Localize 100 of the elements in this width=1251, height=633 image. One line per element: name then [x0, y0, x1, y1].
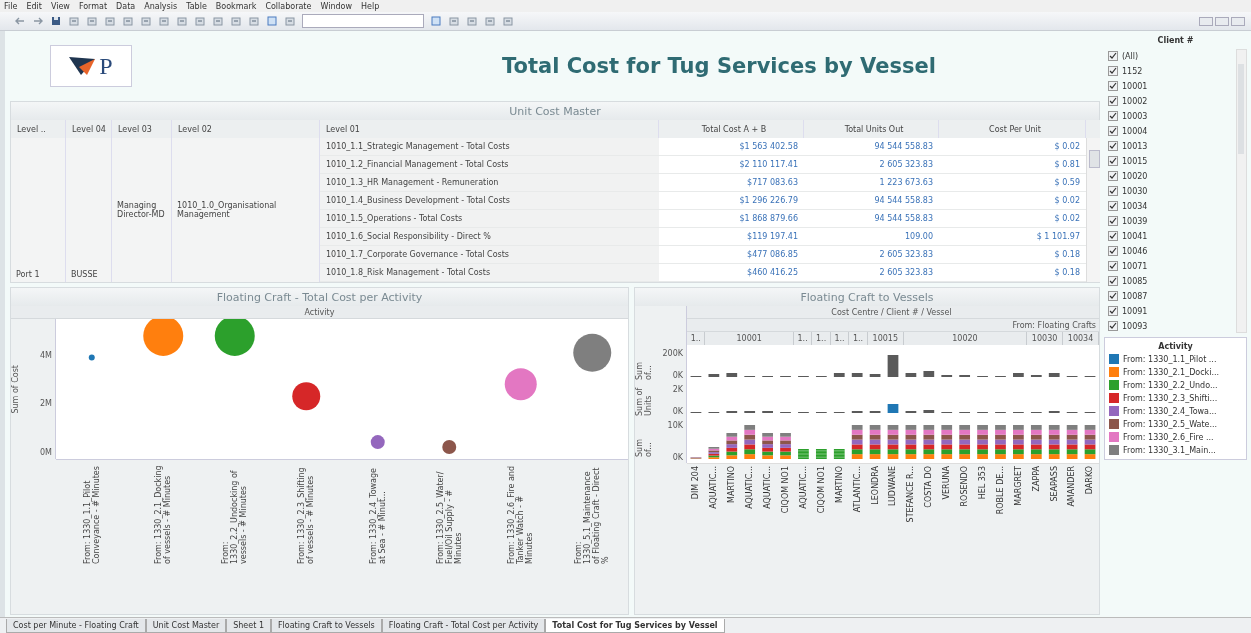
menu-item[interactable]: Table [186, 1, 207, 11]
checkbox[interactable] [1108, 246, 1118, 256]
checkbox[interactable] [1108, 156, 1118, 166]
save-icon[interactable] [50, 15, 62, 27]
toolbar-tool-icon[interactable] [284, 15, 296, 27]
forward-arrow-icon[interactable] [32, 15, 44, 27]
toolbar-tool-icon[interactable] [266, 15, 278, 27]
checkbox[interactable] [1108, 51, 1118, 61]
stacked-bar [995, 425, 1006, 459]
axis-title: Sum of... [635, 361, 653, 380]
toolbar-tool-icon[interactable] [484, 15, 496, 27]
checkbox-label: 10046 [1122, 246, 1148, 256]
menu-item[interactable]: Collaborate [265, 1, 312, 11]
sheet-tab[interactable]: Floating Craft - Total Cost per Activity [381, 619, 546, 633]
scrollbar[interactable] [1086, 138, 1100, 282]
back-arrow-icon[interactable] [14, 15, 26, 27]
legend-label: From: 1330_2.5_Wate... [1123, 419, 1218, 429]
toolbar-tool-icon[interactable] [194, 15, 206, 27]
scrollbar-thumb[interactable] [1089, 150, 1100, 168]
axis-category-label: AMANDER [1067, 466, 1077, 507]
menu-item[interactable]: Edit [26, 1, 42, 11]
axis-tick-label: 0K [672, 406, 683, 416]
menu-item[interactable]: File [4, 1, 18, 11]
trellis-header: Cost Centre / Client # / Vessel [687, 306, 1099, 319]
toolbar-tool-icon[interactable] [448, 15, 460, 27]
axis-category-label: LEONDRA [870, 466, 880, 505]
bubble[interactable] [573, 333, 612, 372]
axis-category-label: STEFANCE R... [906, 466, 916, 523]
checkbox-label: 1152 [1122, 66, 1143, 76]
toolbar-tool-icon[interactable] [230, 15, 242, 27]
checkbox[interactable] [1108, 96, 1118, 106]
toolbar-tool-icon[interactable] [212, 15, 224, 27]
checkbox-label: 10085 [1122, 276, 1148, 286]
toolbar-tool-icon[interactable] [140, 15, 152, 27]
checkbox[interactable] [1108, 216, 1118, 226]
bubble[interactable] [504, 368, 537, 401]
checkbox[interactable] [1108, 321, 1118, 331]
menu-item[interactable]: Help [361, 1, 380, 11]
toolbar-tool-icon[interactable] [502, 15, 514, 27]
toolbar-tool-icon[interactable] [158, 15, 170, 27]
menu-item[interactable]: Format [78, 1, 108, 11]
table-cell: Managing Director-MD [112, 138, 172, 282]
table-cell: $1 868 879.66 [659, 210, 804, 228]
bubble[interactable] [88, 354, 95, 361]
checkbox[interactable] [1108, 81, 1118, 91]
checkbox[interactable] [1108, 231, 1118, 241]
toolbar-tool-icon[interactable] [122, 15, 134, 27]
menu-item[interactable]: Data [116, 1, 136, 11]
bubble[interactable] [292, 382, 321, 411]
checkbox[interactable] [1108, 261, 1118, 271]
toolbar-tool-icon[interactable] [86, 15, 98, 27]
bar [923, 410, 935, 413]
checkbox[interactable] [1108, 276, 1118, 286]
toolbar-tool-icon[interactable] [68, 15, 80, 27]
sheet-tab[interactable]: Unit Cost Master [145, 619, 227, 633]
checkbox[interactable] [1108, 306, 1118, 316]
sheet-tab[interactable]: Floating Craft to Vessels [270, 619, 382, 633]
bar [923, 371, 935, 377]
axis-tick-label: 0K [672, 370, 683, 380]
toolbar-tool-icon[interactable] [466, 15, 478, 27]
axis-title: Sum of Cost [11, 364, 20, 414]
menu-item[interactable]: Analysis [144, 1, 178, 11]
checkbox-label: 10071 [1122, 261, 1148, 271]
toolbar-tool-icon[interactable] [430, 15, 442, 27]
menu-item[interactable]: Window [320, 1, 352, 11]
toolbar-tool-icon[interactable] [176, 15, 188, 27]
checkbox[interactable] [1108, 186, 1118, 196]
bubble[interactable] [143, 319, 184, 356]
checkbox[interactable] [1108, 171, 1118, 181]
checkbox[interactable] [1108, 201, 1118, 211]
sheet-tab[interactable]: Cost per Minute - Floating Craft [6, 619, 146, 633]
axis-category-label: From: 1330_1.1_Pilot Conveyance - # Minutes [82, 465, 101, 564]
legend-label: From: 1330_2.1_Docki... [1123, 367, 1220, 377]
checkbox[interactable] [1108, 66, 1118, 76]
toolbar-tool-icon[interactable] [104, 15, 116, 27]
maximize-button[interactable] [1215, 16, 1229, 26]
bubble[interactable] [370, 435, 385, 450]
menu-item[interactable]: Bookmark [215, 1, 257, 11]
checkbox-label: 10091 [1122, 306, 1148, 316]
stacked-bar [726, 433, 738, 459]
checkbox-label: 10020 [1122, 171, 1148, 181]
toolbar-tool-icon[interactable] [248, 15, 260, 27]
bar [869, 374, 881, 377]
bubble[interactable] [442, 439, 457, 454]
checkbox[interactable] [1108, 141, 1118, 151]
bubble[interactable] [214, 319, 255, 356]
axis-category-label: ATLANTIC... [852, 466, 862, 513]
minimize-button[interactable] [1199, 16, 1213, 26]
menu-item[interactable]: View [50, 1, 70, 11]
close-button[interactable] [1231, 16, 1245, 26]
checkbox-label: 10013 [1122, 141, 1148, 151]
sheet-tab[interactable]: Total Cost for Tug Services by Vessel [545, 619, 725, 633]
dropdown-field[interactable] [302, 14, 424, 28]
scrollbar[interactable] [1236, 49, 1247, 333]
bar [708, 374, 720, 377]
checkbox[interactable] [1108, 111, 1118, 121]
table-cell: 1010_1.0_Organisational Management [172, 138, 320, 282]
sheet-tab[interactable]: Sheet 1 [226, 619, 271, 633]
checkbox[interactable] [1108, 126, 1118, 136]
checkbox[interactable] [1108, 291, 1118, 301]
